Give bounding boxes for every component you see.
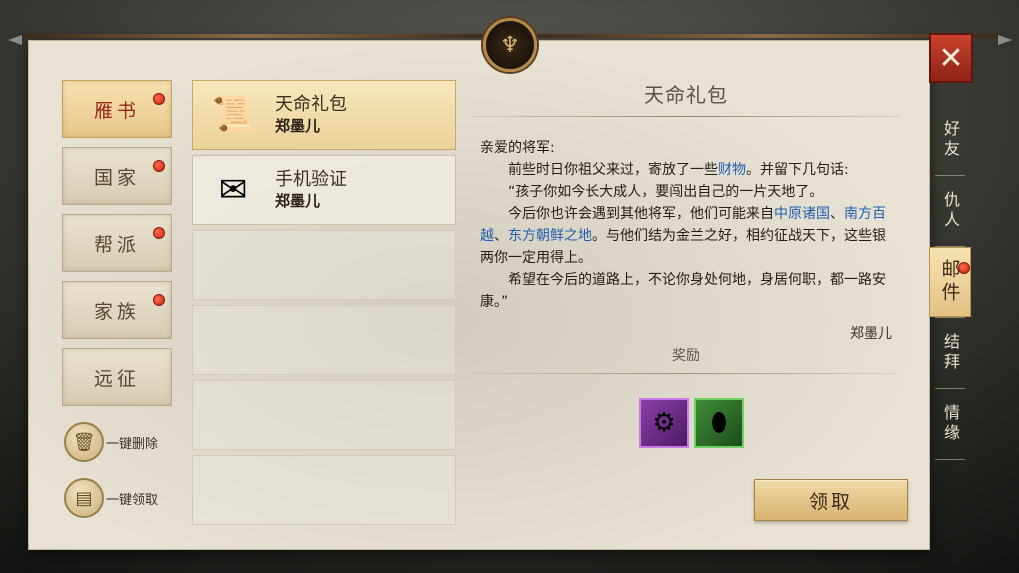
highlight-text: 东方朝鲜之地 xyxy=(508,228,592,244)
nav-item-label: 国家 xyxy=(93,166,140,189)
divider xyxy=(472,116,900,117)
reward-header: 奖励 xyxy=(472,345,900,374)
claim-button[interactable]: 领取 xyxy=(754,479,908,521)
nav-item-bangpai[interactable]: 帮派 xyxy=(62,214,172,272)
mail-item[interactable]: ✉ 手机验证 郑墨儿 xyxy=(192,155,456,225)
nav-item-label: 家族 xyxy=(93,300,140,323)
nav-item-yuanzheng[interactable]: 远征 xyxy=(62,348,172,406)
box-icon: ⚙ xyxy=(652,408,676,438)
notification-dot xyxy=(153,294,165,306)
tab-label: 结拜 xyxy=(941,333,960,373)
letter-paragraph: 前些时日你祖父来过，寄放了一些财物。并留下几句话: xyxy=(508,162,849,178)
mail-title: 天命礼包 xyxy=(275,94,347,115)
notification-dot xyxy=(153,227,165,239)
mail-list: 📜 天命礼包 郑墨儿 ✉ 手机验证 郑墨儿 xyxy=(192,80,456,530)
mail-detail-title: 天命礼包 xyxy=(644,83,728,107)
spear-tip-right xyxy=(998,35,1012,45)
scroll-icon: 📜 xyxy=(211,95,255,135)
notification-dot xyxy=(153,93,165,105)
reward-items: ⚙ ⬮ xyxy=(639,398,744,448)
nav-item-jiazu[interactable]: 家族 xyxy=(62,281,172,339)
mail-title: 手机验证 xyxy=(275,169,347,190)
letter-body: 亲爱的将军: 前些时日你祖父来过，寄放了一些财物。并留下几句话: “孩子你如今长… xyxy=(472,137,900,313)
highlight-text: 财物 xyxy=(718,162,746,178)
letter-paragraph: “孩子你如今长大成人，要闯出自己的一片天地了。 xyxy=(508,184,824,200)
claim-all-button[interactable]: ▤ 一键领取 xyxy=(64,478,158,518)
spear-left xyxy=(8,34,490,45)
empty-mail-slot xyxy=(192,305,456,375)
notification-dot xyxy=(153,160,165,172)
tab-enemies[interactable]: 仇人 xyxy=(929,176,971,246)
reward-item[interactable]: ⚙ xyxy=(639,398,689,448)
tab-mail[interactable]: 邮件 xyxy=(929,247,971,317)
letter-greeting: 亲爱的将军: xyxy=(480,140,555,156)
spear-tip-left xyxy=(8,35,22,45)
tab-label: 仇人 xyxy=(941,191,960,231)
letter-paragraph: 希望在今后的道路上，不论你身处何地，身居何职，都一路安康。” xyxy=(480,272,886,310)
right-tab-bar: 好友 仇人 邮件 结拜 情缘 xyxy=(929,105,971,460)
divider xyxy=(472,373,900,374)
reward-label: 奖励 xyxy=(672,348,700,364)
delete-all-button[interactable]: 🗑 一键删除 xyxy=(64,422,158,462)
tab-sworn-brothers[interactable]: 结拜 xyxy=(929,318,971,388)
emblem-icon: ♆ xyxy=(483,18,537,72)
close-button[interactable]: ✕ xyxy=(929,33,973,83)
claim-all-label: 一键领取 xyxy=(106,492,159,508)
box-icon: ▤ xyxy=(64,478,104,518)
pouch-icon: ⬮ xyxy=(710,407,728,438)
empty-mail-slot xyxy=(192,380,456,450)
nav-item-label: 帮派 xyxy=(93,233,140,256)
letter-paragraph: 今后你也许会遇到其他将军，他们可能来自中原诸国、南方百越、东方朝鲜之地。与他们结… xyxy=(480,206,886,266)
trash-icon: 🗑 xyxy=(64,422,104,462)
mail-sender: 郑墨儿 xyxy=(275,192,321,210)
empty-mail-slot xyxy=(192,455,456,525)
tab-label: 好友 xyxy=(941,120,960,160)
empty-mail-slot xyxy=(192,230,456,300)
tab-romance[interactable]: 情缘 xyxy=(929,389,971,459)
highlight-text: 中原诸国 xyxy=(774,206,830,222)
letter-check-icon: ✉ xyxy=(218,170,248,210)
nav-item-label: 远征 xyxy=(93,367,140,390)
mail-item[interactable]: 📜 天命礼包 郑墨儿 xyxy=(192,80,456,150)
reward-item[interactable]: ⬮ xyxy=(694,398,744,448)
letter-signature: 郑墨儿 xyxy=(850,326,892,342)
nav-item-guojia[interactable]: 国家 xyxy=(62,147,172,205)
tab-friends[interactable]: 好友 xyxy=(929,105,971,175)
delete-all-label: 一键删除 xyxy=(106,436,159,452)
nav-item-label: 雁书 xyxy=(93,99,140,122)
divider xyxy=(935,459,965,460)
close-icon: ✕ xyxy=(938,40,964,76)
tab-label: 情缘 xyxy=(941,404,960,444)
left-category-nav: 雁书 国家 帮派 家族 远征 xyxy=(62,80,174,415)
notification-dot xyxy=(958,262,970,274)
mail-detail: 天命礼包 亲爱的将军: 前些时日你祖父来过，寄放了一些财物。并留下几句话: “孩… xyxy=(472,80,900,520)
nav-item-yanshu[interactable]: 雁书 xyxy=(62,80,172,138)
mail-sender: 郑墨儿 xyxy=(275,117,321,135)
